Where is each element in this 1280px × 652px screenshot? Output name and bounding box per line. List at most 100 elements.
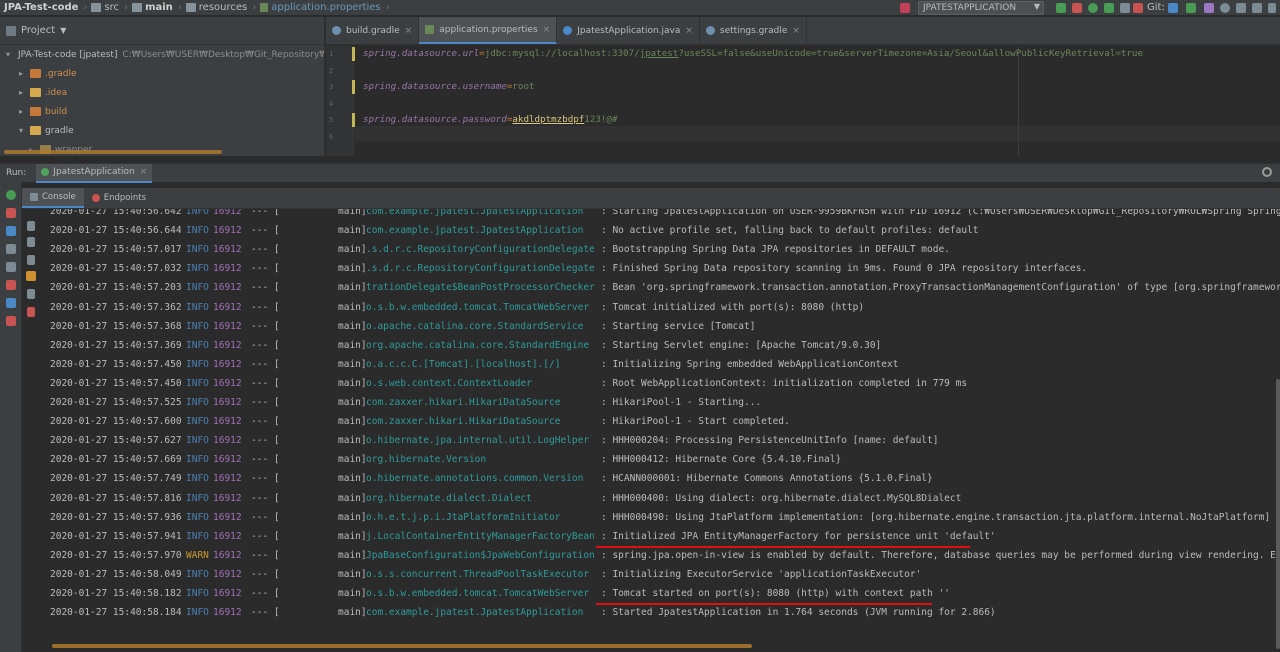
run-configuration-select[interactable]: JPATESTAPPLICATION ▼ bbox=[918, 1, 1044, 15]
close-icon[interactable]: × bbox=[685, 26, 693, 36]
run-configuration-label: JPATESTAPPLICATION bbox=[923, 3, 1017, 13]
log-pid: 16912 bbox=[213, 358, 242, 370]
log-logger: o.s.b.w.embedded.tomcat.TomcatWebServer bbox=[366, 588, 590, 599]
property-value: jdbc:mysql://localhost:3307/ bbox=[484, 48, 640, 59]
log-separator: --- [ bbox=[251, 320, 280, 332]
arrow-up-icon[interactable] bbox=[27, 221, 35, 231]
code-editor[interactable]: spring.datasource.url=jdbc:mysql://local… bbox=[355, 46, 1280, 156]
log-pid: 16912 bbox=[213, 209, 242, 217]
log-thread: main] bbox=[338, 454, 367, 466]
close-icon[interactable]: × bbox=[792, 26, 800, 36]
horizontal-scrollbar[interactable] bbox=[4, 150, 222, 154]
project-structure-icon[interactable] bbox=[1268, 3, 1276, 13]
history-icon[interactable] bbox=[1220, 3, 1230, 13]
log-message: : HCANN000001: Hibernate Commons Annotat… bbox=[601, 473, 933, 485]
rollback-icon[interactable] bbox=[1236, 3, 1246, 13]
log-timestamp: 2020-01-27 15:40:57.368 bbox=[50, 320, 182, 332]
folder-icon bbox=[30, 69, 41, 78]
breadcrumb-label: src bbox=[104, 2, 120, 13]
breadcrumb-main[interactable]: main › bbox=[132, 2, 182, 13]
breadcrumb-file[interactable]: application.properties › bbox=[260, 2, 390, 13]
log-timestamp: 2020-01-27 15:40:56.644 bbox=[50, 225, 182, 237]
project-icon bbox=[6, 25, 16, 36]
log-pid: 16912 bbox=[213, 511, 242, 523]
tab-endpoints[interactable]: Endpoints bbox=[84, 188, 154, 208]
vertical-scrollbar[interactable] bbox=[1276, 379, 1280, 649]
breadcrumb-src[interactable]: src › bbox=[91, 2, 128, 13]
soft-wrap-icon[interactable] bbox=[27, 255, 35, 265]
gradle-file-icon bbox=[705, 26, 715, 35]
settings-icon[interactable] bbox=[1252, 3, 1262, 13]
tree-item-build[interactable]: ▸ build bbox=[0, 102, 324, 121]
attach-icon[interactable] bbox=[1120, 3, 1130, 13]
update-app-icon[interactable] bbox=[6, 226, 16, 236]
breadcrumb-resources[interactable]: resources › bbox=[185, 2, 256, 13]
red-underline-annotation bbox=[596, 603, 932, 605]
gradle-file-icon bbox=[332, 26, 341, 35]
tab-jpatest-application-java[interactable]: JpatestApplication.java × bbox=[557, 17, 700, 44]
log-level: INFO bbox=[186, 568, 209, 580]
tree-item-gradle[interactable]: ▾ gradle bbox=[0, 121, 324, 140]
profile-icon[interactable] bbox=[1104, 3, 1114, 13]
layout-icon[interactable] bbox=[6, 298, 16, 308]
log-timestamp: 2020-01-27 15:40:57.017 bbox=[50, 244, 182, 256]
camera-icon[interactable] bbox=[6, 244, 16, 254]
log-level: INFO bbox=[186, 263, 209, 275]
exit-icon[interactable] bbox=[6, 280, 16, 290]
print-icon[interactable] bbox=[27, 289, 35, 299]
tab-application-properties[interactable]: application.properties × bbox=[419, 17, 558, 44]
log-thread: main] bbox=[338, 244, 367, 256]
pin-icon[interactable] bbox=[6, 316, 16, 326]
close-icon[interactable]: × bbox=[140, 167, 148, 177]
log-separator: --- [ bbox=[251, 511, 280, 523]
log-timestamp: 2020-01-27 15:40:57.941 bbox=[50, 530, 182, 542]
tree-item-idea[interactable]: ▸ .idea bbox=[0, 83, 324, 102]
stop-icon[interactable] bbox=[6, 208, 16, 218]
property-value-underlined: akdldptmzbdpf bbox=[512, 114, 585, 125]
log-separator: --- [ bbox=[251, 209, 280, 217]
git-push-icon[interactable] bbox=[1204, 3, 1214, 13]
property-value: 123!@# bbox=[584, 114, 618, 125]
close-icon[interactable]: × bbox=[405, 26, 413, 36]
log-thread: main] bbox=[338, 377, 367, 389]
stop-icon[interactable] bbox=[1133, 3, 1143, 13]
settings-icon[interactable] bbox=[6, 262, 16, 272]
close-icon[interactable]: × bbox=[543, 25, 551, 35]
tab-build-gradle[interactable]: build.gradle × bbox=[326, 17, 420, 44]
coverage-icon[interactable] bbox=[1088, 3, 1098, 13]
log-pid: 16912 bbox=[213, 263, 242, 275]
git-commit-icon[interactable] bbox=[1186, 3, 1196, 13]
debug-icon[interactable] bbox=[1072, 3, 1082, 13]
hammer-build-icon[interactable] bbox=[900, 3, 910, 13]
console-output[interactable]: 2020-01-27 15:40:56.642 INFO 16912 --- [mai… bbox=[42, 209, 1280, 652]
rerun-icon[interactable] bbox=[6, 190, 16, 200]
log-thread: main] bbox=[338, 568, 367, 580]
tree-item-gradle-cache[interactable]: ▸ .gradle bbox=[0, 64, 324, 83]
gear-icon[interactable] bbox=[1262, 167, 1272, 177]
horizontal-scrollbar[interactable] bbox=[52, 644, 752, 648]
tab-run-jpatest-application[interactable]: JpatestApplication × bbox=[36, 163, 153, 183]
log-logger: com.example.jpatest.JpatestApplication bbox=[366, 209, 584, 217]
log-message: : spring.jpa.open-in-view is enabled by … bbox=[601, 549, 1280, 561]
tree-item-root[interactable]: ▾ JPA-Test-code [jpatest] C:₩Users₩USER₩… bbox=[0, 45, 324, 64]
trash-icon[interactable] bbox=[27, 307, 35, 317]
breadcrumb-project[interactable]: JPA-Test-code › bbox=[4, 2, 87, 13]
log-level: INFO bbox=[186, 301, 209, 313]
code-line-3: spring.datasource.username=root bbox=[363, 81, 535, 92]
log-logger: com.zaxxer.hikari.HikariDataSource bbox=[366, 416, 561, 428]
log-separator: --- [ bbox=[251, 244, 280, 256]
tab-label: application.properties bbox=[439, 24, 538, 35]
tab-settings-gradle[interactable]: settings.gradle × bbox=[700, 17, 807, 44]
scroll-to-end-icon[interactable] bbox=[26, 271, 36, 281]
log-thread: main] bbox=[338, 511, 367, 523]
project-panel-header[interactable]: Project ▼ bbox=[0, 17, 324, 45]
arrow-down-icon[interactable] bbox=[27, 237, 35, 247]
log-logger: com.example.jpatest.JpatestApplication bbox=[366, 225, 584, 237]
tab-console[interactable]: Console bbox=[22, 188, 84, 208]
line-number: 6 bbox=[329, 133, 334, 141]
tree-item-label: build bbox=[45, 106, 68, 117]
java-class-icon bbox=[563, 26, 573, 35]
git-update-icon[interactable] bbox=[1168, 3, 1178, 13]
run-icon[interactable] bbox=[1056, 3, 1066, 13]
log-thread: main] bbox=[338, 530, 367, 542]
